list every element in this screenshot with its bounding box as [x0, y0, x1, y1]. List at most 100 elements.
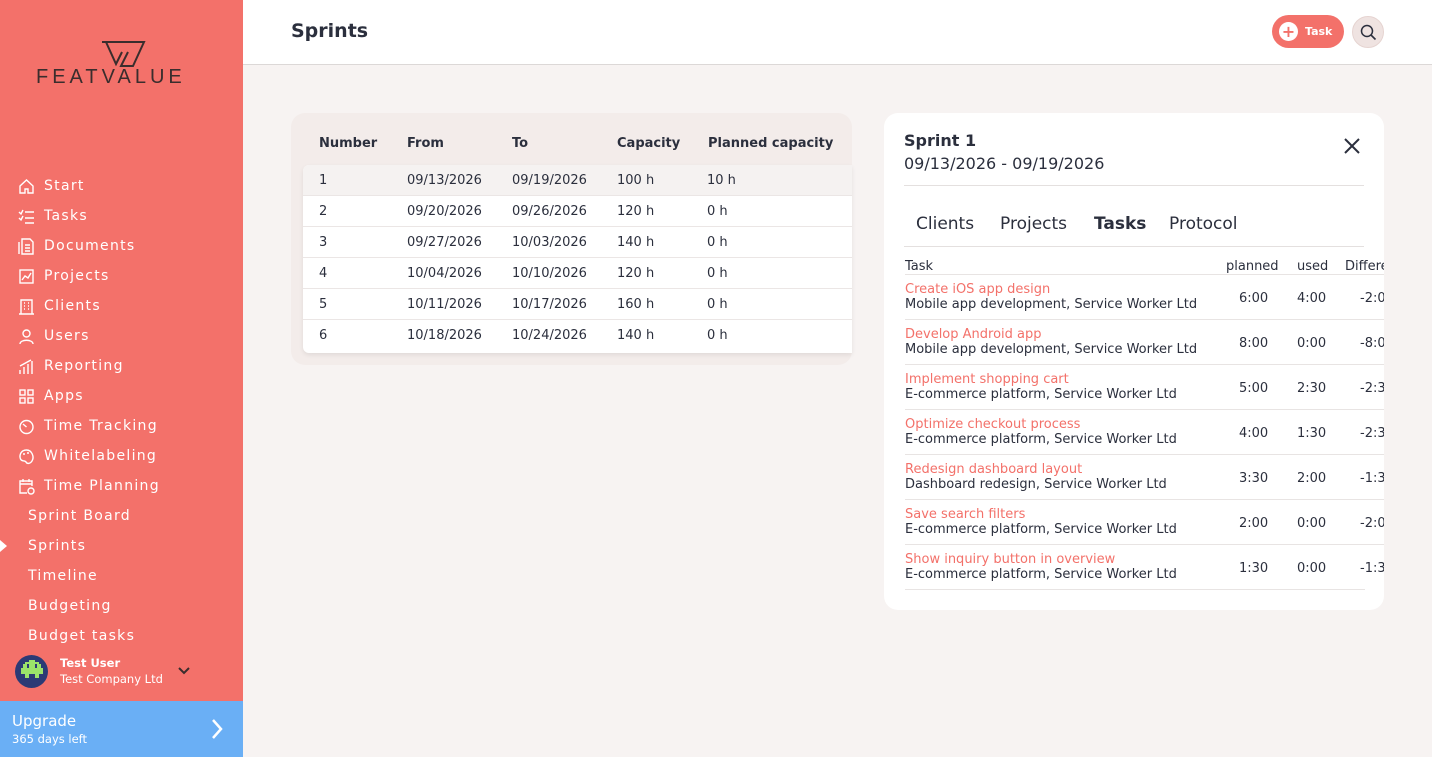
- task-name-link[interactable]: Create iOS app design: [905, 282, 1050, 297]
- cell-number: 5: [319, 297, 328, 312]
- cell-capacity: 160 h: [617, 297, 655, 312]
- apps-icon: [17, 387, 36, 406]
- upgrade-banner[interactable]: Upgrade 365 days left: [0, 701, 243, 757]
- sidebar-item-whitelabeling[interactable]: Whitelabeling: [0, 441, 243, 471]
- column-header-number[interactable]: Number: [319, 136, 377, 151]
- task-name-link[interactable]: Develop Android app: [905, 327, 1042, 342]
- task-name-link[interactable]: Redesign dashboard layout: [905, 462, 1082, 477]
- column-header-difference[interactable]: Differe: [1345, 259, 1384, 274]
- table-row[interactable]: 2 09/20/2026 09/26/2026 120 h 0 h: [303, 196, 852, 227]
- logo-mark-icon: [102, 41, 146, 67]
- task-difference: -2:3: [1360, 381, 1384, 396]
- cell-number: 3: [319, 235, 328, 250]
- tab-clients[interactable]: Clients: [916, 214, 974, 234]
- sidebar-item-label: Timeline: [28, 568, 98, 584]
- add-task-button[interactable]: + Task: [1272, 15, 1344, 48]
- task-name-link[interactable]: Show inquiry button in overview: [905, 552, 1115, 567]
- task-planned: 4:00: [1239, 426, 1269, 441]
- cell-from: 09/13/2026: [407, 173, 482, 188]
- chevron-down-icon[interactable]: [177, 661, 191, 680]
- task-project-client: E-commerce platform, Service Worker Ltd: [905, 567, 1177, 582]
- task-difference: -2:0: [1360, 291, 1384, 306]
- avatar: [15, 654, 48, 688]
- sidebar-subitem-timeline[interactable]: Timeline: [0, 561, 243, 591]
- top-header: Sprints + Task: [243, 0, 1432, 65]
- task-planned: 8:00: [1239, 336, 1269, 351]
- task-planned: 6:00: [1239, 291, 1269, 306]
- table-row[interactable]: 3 09/27/2026 10/03/2026 140 h 0 h: [303, 227, 852, 258]
- task-row[interactable]: Develop Android app Mobile app developme…: [905, 319, 1384, 364]
- user-menu[interactable]: Test User Test Company Ltd: [15, 651, 230, 691]
- tab-projects[interactable]: Projects: [1000, 214, 1067, 234]
- task-name-link[interactable]: Implement shopping cart: [905, 372, 1069, 387]
- sidebar-subitem-sprints[interactable]: Sprints: [0, 531, 243, 561]
- column-header-planned[interactable]: planned: [1226, 259, 1279, 274]
- column-header-used[interactable]: used: [1297, 259, 1328, 274]
- cell-to: 10/17/2026: [512, 297, 587, 312]
- sidebar-item-label: Whitelabeling: [44, 448, 158, 464]
- column-header-task[interactable]: Task: [905, 259, 933, 274]
- task-name-link[interactable]: Save search filters: [905, 507, 1025, 522]
- sidebar: FEATVALUE Start Tasks Documents Projects…: [0, 0, 243, 757]
- cell-from: 10/11/2026: [407, 297, 482, 312]
- cell-capacity: 120 h: [617, 204, 655, 219]
- table-row[interactable]: 5 10/11/2026 10/17/2026 160 h 0 h: [303, 289, 852, 320]
- task-row[interactable]: Implement shopping cart E-commerce platf…: [905, 364, 1384, 409]
- documents-icon: [17, 237, 36, 256]
- sidebar-item-label: Reporting: [44, 358, 124, 374]
- sidebar-subitem-budgeting[interactable]: Budgeting: [0, 591, 243, 621]
- table-row[interactable]: 6 10/18/2026 10/24/2026 140 h 0 h: [303, 320, 852, 351]
- sidebar-item-documents[interactable]: Documents: [0, 231, 243, 261]
- sidebar-subitem-budget-tasks[interactable]: Budget tasks: [0, 621, 243, 651]
- sidebar-item-users[interactable]: Users: [0, 321, 243, 351]
- cell-from: 09/20/2026: [407, 204, 482, 219]
- cell-capacity: 140 h: [617, 235, 655, 250]
- cell-capacity: 140 h: [617, 328, 655, 343]
- task-row[interactable]: Save search filters E-commerce platform,…: [905, 499, 1384, 544]
- close-icon: [1344, 138, 1360, 154]
- column-header-from[interactable]: From: [407, 136, 444, 151]
- task-planned: 3:30: [1239, 471, 1269, 486]
- task-project-client: E-commerce platform, Service Worker Ltd: [905, 432, 1177, 447]
- sidebar-item-reporting[interactable]: Reporting: [0, 351, 243, 381]
- home-icon: [17, 177, 36, 196]
- cell-capacity: 120 h: [617, 266, 655, 281]
- task-used: 0:00: [1297, 336, 1327, 351]
- tab-protocol[interactable]: Protocol: [1169, 214, 1238, 234]
- column-header-to[interactable]: To: [512, 136, 528, 151]
- sidebar-item-label: Projects: [44, 268, 110, 284]
- sidebar-item-label: Users: [44, 328, 90, 344]
- table-row[interactable]: 4 10/04/2026 10/10/2026 120 h 0 h: [303, 258, 852, 289]
- sidebar-item-start[interactable]: Start: [0, 171, 243, 201]
- cell-to: 09/26/2026: [512, 204, 587, 219]
- sidebar-item-projects[interactable]: Projects: [0, 261, 243, 291]
- sidebar-item-time-planning[interactable]: Time Planning: [0, 471, 243, 501]
- cell-number: 2: [319, 204, 328, 219]
- search-button[interactable]: [1352, 16, 1384, 48]
- sidebar-subitem-sprint-board[interactable]: Sprint Board: [0, 501, 243, 531]
- sidebar-item-label: Budget tasks: [28, 628, 136, 644]
- clients-icon: [17, 297, 36, 316]
- table-body: 1 09/13/2026 09/19/2026 100 h 10 h 2 09/…: [303, 165, 852, 353]
- column-header-capacity[interactable]: Capacity: [617, 136, 680, 151]
- task-project-client: Mobile app development, Service Worker L…: [905, 297, 1198, 312]
- task-name-link[interactable]: Optimize checkout process: [905, 417, 1080, 432]
- task-used: 0:00: [1297, 561, 1327, 576]
- sidebar-item-time-tracking[interactable]: Time Tracking: [0, 411, 243, 441]
- page-title: Sprints: [291, 20, 369, 42]
- task-row[interactable]: Create iOS app design Mobile app develop…: [905, 274, 1384, 319]
- task-row[interactable]: Optimize checkout process E-commerce pla…: [905, 409, 1384, 454]
- task-difference: -8:0: [1360, 336, 1384, 351]
- close-button[interactable]: [1342, 136, 1362, 156]
- cell-from: 10/04/2026: [407, 266, 482, 281]
- sidebar-item-tasks[interactable]: Tasks: [0, 201, 243, 231]
- table-row[interactable]: 1 09/13/2026 09/19/2026 100 h 10 h: [303, 165, 852, 196]
- task-row[interactable]: Show inquiry button in overview E-commer…: [905, 544, 1384, 589]
- column-header-planned-capacity[interactable]: Planned capacity: [708, 136, 833, 151]
- plus-icon: +: [1279, 22, 1298, 41]
- task-row[interactable]: Redesign dashboard layout Dashboard rede…: [905, 454, 1384, 499]
- sidebar-item-clients[interactable]: Clients: [0, 291, 243, 321]
- task-project-client: E-commerce platform, Service Worker Ltd: [905, 387, 1177, 402]
- tab-tasks[interactable]: Tasks: [1094, 214, 1146, 234]
- sidebar-item-apps[interactable]: Apps: [0, 381, 243, 411]
